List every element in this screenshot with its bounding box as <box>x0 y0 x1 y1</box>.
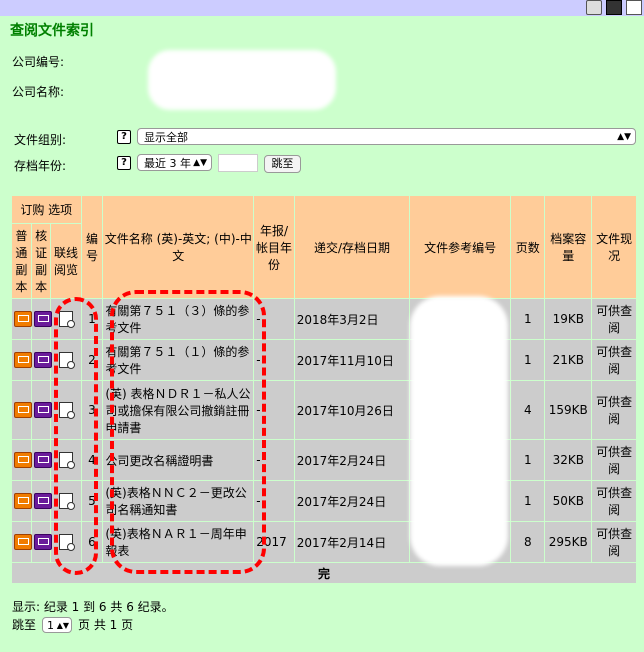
page-select-value: 1 <box>47 618 55 632</box>
status: 可供查阅 <box>592 522 636 562</box>
order-cart-icon[interactable] <box>14 352 32 368</box>
doc-group-select-value: 显示全部 <box>144 131 188 144</box>
table-row: 4 公司更改名稱證明書 - 2017年2月24日 1 32KB 可供查阅 <box>12 440 636 480</box>
certified-copy-icon[interactable] <box>33 452 52 468</box>
pages: 8 <box>511 522 545 562</box>
company-name-label: 公司名称: <box>12 85 65 99</box>
select-arrow-icon: ▲▼ <box>617 132 631 142</box>
filing-date: 2017年2月24日 <box>294 440 410 480</box>
select-arrow-icon: ▲▼ <box>56 620 70 630</box>
table-row: 6 (英)表格ＮＡＲ１－周年申報表 2017 2017年2月14日 8 295K… <box>12 522 636 562</box>
order-cart-icon[interactable] <box>14 452 32 468</box>
order-cart-icon[interactable] <box>14 402 32 418</box>
certified-copy-header: 核证副本 <box>31 224 51 298</box>
help-icon[interactable]: ? <box>117 130 131 144</box>
size: 21KB <box>545 340 592 380</box>
filing-date: 2017年2月14日 <box>294 522 410 562</box>
table-row: 2 有關第７５１（１）條的参考文件 - 2017年11月10日 1 21KB 可… <box>12 340 636 380</box>
status: 可供查阅 <box>592 340 636 380</box>
doc-name-header: 文件名称 (英)-英文; (中)-中文 <box>103 196 254 298</box>
ref-no-header: 文件参考编号 <box>410 196 511 298</box>
size: 19KB <box>545 299 592 339</box>
filing-date: 2017年10月26日 <box>294 381 410 439</box>
select-arrow-icon: ▲▼ <box>193 158 207 168</box>
certified-copy-icon[interactable] <box>33 493 52 509</box>
doc-group-select[interactable]: 显示全部 ▲▼ <box>137 128 636 145</box>
year-select[interactable]: 最近 3 年 ▲▼ <box>137 154 212 171</box>
order-cart-icon[interactable] <box>14 493 32 509</box>
help-icon[interactable]: ? <box>117 156 131 170</box>
order-cart-icon[interactable] <box>14 311 32 327</box>
table-footer: 完 <box>12 563 636 583</box>
size: 32KB <box>545 440 592 480</box>
pages: 1 <box>511 340 545 380</box>
redacted-ref-numbers <box>410 296 508 566</box>
top-toolbar <box>0 0 644 16</box>
certified-copy-icon[interactable] <box>33 534 52 550</box>
status: 可供查阅 <box>592 299 636 339</box>
redacted-company-info <box>148 50 336 110</box>
print-icon[interactable] <box>586 0 602 15</box>
year-select-value: 最近 3 年 <box>144 157 191 170</box>
status-header: 文件现况 <box>592 196 636 298</box>
certified-copy-icon[interactable] <box>33 311 52 327</box>
document-index-table: 订购 选项 编号 文件名称 (英)-英文; (中)-中文 年报/帐目年份 递交/… <box>11 195 637 584</box>
record-summary: 显示: 纪录 1 到 6 共 6 纪录。 <box>12 600 174 614</box>
status: 可供查阅 <box>592 481 636 521</box>
doc-group-label: 文件组别: <box>14 133 67 147</box>
pagination: 跳至 1 ▲▼ 页 共 1 页 <box>12 616 133 633</box>
online-view-header: 联线阅览 <box>51 224 81 298</box>
pages: 1 <box>511 440 545 480</box>
annotation-circle-view-column <box>54 297 98 575</box>
annual-year-header: 年报/帐目年份 <box>254 196 294 298</box>
size: 50KB <box>545 481 592 521</box>
status: 可供查阅 <box>592 381 636 439</box>
size: 295KB <box>545 522 592 562</box>
filing-date: 2018年3月2日 <box>294 299 410 339</box>
pages: 1 <box>511 299 545 339</box>
jump-button[interactable]: 跳至 <box>264 155 301 173</box>
no-header: 编号 <box>81 196 103 298</box>
company-no-label: 公司编号: <box>12 55 65 69</box>
toolbar-icons <box>586 0 642 15</box>
year-input[interactable] <box>218 154 258 172</box>
table-row: 3 (英) 表格ＮＤＲ１－私人公司或擔保有限公司撤銷註冊申請書 - 2017年1… <box>12 381 636 439</box>
page-total: 页 共 1 页 <box>78 618 134 632</box>
size: 159KB <box>545 381 592 439</box>
filing-date-header: 递交/存档日期 <box>294 196 410 298</box>
year-label: 存档年份: <box>14 159 67 173</box>
size-header: 档案容量 <box>545 196 592 298</box>
page-jump-label: 跳至 <box>12 618 37 632</box>
page-title: 查阅文件索引 <box>10 23 94 39</box>
preview-icon[interactable] <box>626 0 642 15</box>
annotation-circle-doc-names <box>110 290 266 574</box>
certified-copy-icon[interactable] <box>33 402 52 418</box>
pages-header: 页数 <box>511 196 545 298</box>
table-row: 1 有關第７５１（３）條的参考文件 - 2018年3月2日 1 19KB 可供查… <box>12 299 636 339</box>
pages: 4 <box>511 381 545 439</box>
table-row: 5 (英)表格ＮＮＣ２－更改公司名稱通知書 - 2017年2月24日 1 50K… <box>12 481 636 521</box>
filing-date: 2017年2月24日 <box>294 481 410 521</box>
status: 可供查阅 <box>592 440 636 480</box>
save-icon[interactable] <box>606 0 622 15</box>
order-cart-icon[interactable] <box>14 534 32 550</box>
filing-date: 2017年11月10日 <box>294 340 410 380</box>
order-options-header: 订购 选项 <box>12 196 81 223</box>
pages: 1 <box>511 481 545 521</box>
normal-copy-header: 普通副本 <box>12 224 31 298</box>
certified-copy-icon[interactable] <box>33 352 52 368</box>
page-select[interactable]: 1 ▲▼ <box>42 616 73 633</box>
